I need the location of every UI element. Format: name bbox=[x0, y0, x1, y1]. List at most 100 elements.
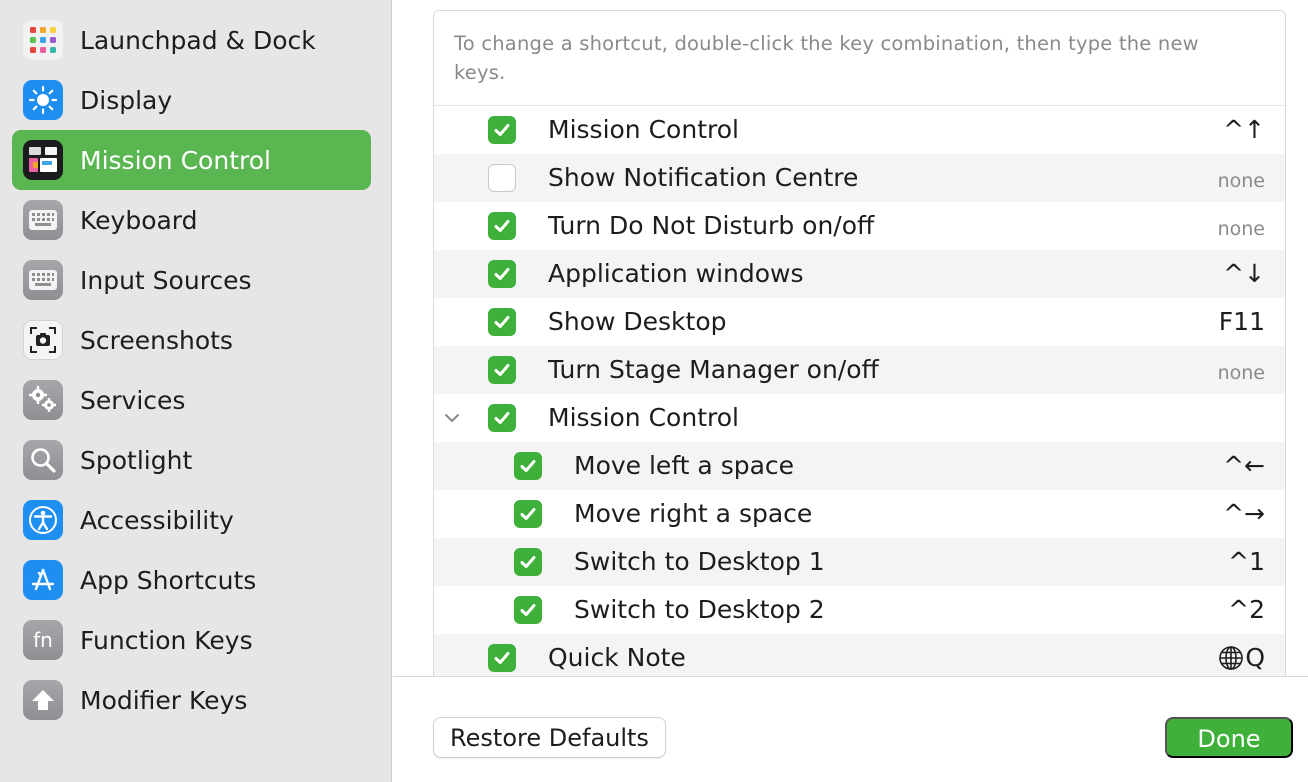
checkmark-icon bbox=[494, 364, 510, 376]
sidebar-item-label: Spotlight bbox=[80, 445, 193, 475]
sidebar-item-accessibility[interactable]: Accessibility bbox=[12, 490, 371, 550]
globe-icon bbox=[1219, 646, 1244, 670]
sidebar-item-app-shortcuts[interactable]: App Shortcuts bbox=[12, 550, 371, 610]
sidebar-item-modifier-keys[interactable]: Modifier Keys bbox=[12, 670, 371, 730]
shortcut-label: Show Desktop bbox=[548, 307, 727, 336]
sidebar-item-input-sources[interactable]: Input Sources bbox=[12, 250, 371, 310]
keyboard-icon bbox=[23, 200, 63, 240]
shortcut-key[interactable]: ^← bbox=[1223, 452, 1265, 480]
checkmark-icon bbox=[494, 220, 510, 232]
screenshots-icon bbox=[23, 320, 63, 360]
shortcut-row[interactable]: Show Notification Centre none bbox=[434, 154, 1285, 202]
modifier-keys-icon bbox=[23, 680, 63, 720]
shortcut-row[interactable]: Move right a space ^→ bbox=[434, 490, 1285, 538]
checkmark-icon bbox=[494, 316, 510, 328]
sidebar-item-mission-control[interactable]: Mission Control bbox=[12, 130, 371, 190]
checkbox-checked[interactable] bbox=[514, 548, 542, 576]
checkmark-icon bbox=[494, 124, 510, 136]
sidebar-item-launchpad-dock[interactable]: Launchpad & Dock bbox=[12, 10, 371, 70]
shortcut-label: Mission Control bbox=[548, 115, 739, 144]
sidebar: Launchpad & Dock Display Mission Control… bbox=[0, 0, 392, 782]
launchpad-icon bbox=[23, 20, 63, 60]
shortcut-row[interactable]: Application windows ^↓ bbox=[434, 250, 1285, 298]
hint-text: To change a shortcut, double-click the k… bbox=[454, 32, 1199, 84]
shortcut-key[interactable]: ^2 bbox=[1228, 596, 1265, 624]
sidebar-item-label: Mission Control bbox=[80, 145, 271, 175]
shortcuts-panel: To change a shortcut, double-click the k… bbox=[433, 10, 1286, 676]
sidebar-item-services[interactable]: Services bbox=[12, 370, 371, 430]
shortcut-key[interactable]: ^→ bbox=[1223, 500, 1265, 528]
sidebar-item-label: Accessibility bbox=[80, 505, 234, 535]
checkbox-checked[interactable] bbox=[514, 500, 542, 528]
shortcut-key[interactable]: none bbox=[1218, 167, 1265, 195]
sidebar-item-keyboard[interactable]: Keyboard bbox=[12, 190, 371, 250]
display-icon bbox=[23, 80, 63, 120]
sidebar-item-label: Services bbox=[80, 385, 186, 415]
sidebar-item-spotlight[interactable]: Spotlight bbox=[12, 430, 371, 490]
shortcut-label: Switch to Desktop 1 bbox=[574, 547, 825, 576]
sidebar-item-label: App Shortcuts bbox=[80, 565, 257, 595]
app-shortcuts-icon bbox=[23, 560, 63, 600]
services-icon bbox=[23, 380, 63, 420]
shortcut-label: Turn Do Not Disturb on/off bbox=[548, 211, 875, 240]
shortcut-label: Move right a space bbox=[574, 499, 813, 528]
shortcut-group-row[interactable]: Mission Control bbox=[434, 394, 1285, 442]
input-sources-icon bbox=[23, 260, 63, 300]
sidebar-item-function-keys[interactable]: fn Function Keys bbox=[12, 610, 371, 670]
spotlight-icon bbox=[23, 440, 63, 480]
shortcut-key: Q bbox=[1245, 643, 1265, 672]
shortcut-row[interactable]: Switch to Desktop 2 ^2 bbox=[434, 586, 1285, 634]
shortcut-row[interactable]: Move left a space ^← bbox=[434, 442, 1285, 490]
checkmark-icon bbox=[494, 412, 510, 424]
shortcut-label: Application windows bbox=[548, 259, 804, 288]
shortcut-label: Switch to Desktop 2 bbox=[574, 595, 825, 624]
checkbox-unchecked[interactable] bbox=[488, 164, 516, 192]
shortcut-label: Quick Note bbox=[548, 643, 686, 672]
checkbox-checked[interactable] bbox=[488, 644, 516, 672]
shortcut-key[interactable]: ^↓ bbox=[1223, 260, 1265, 288]
sidebar-item-label: Function Keys bbox=[80, 625, 253, 655]
shortcut-key[interactable]: ^1 bbox=[1228, 548, 1265, 576]
checkmark-icon bbox=[494, 652, 510, 664]
sidebar-item-label: Input Sources bbox=[80, 265, 252, 295]
checkbox-checked[interactable] bbox=[488, 260, 516, 288]
svg-text:fn: fn bbox=[33, 628, 53, 652]
sidebar-item-label: Launchpad & Dock bbox=[80, 25, 316, 55]
checkmark-icon bbox=[520, 460, 536, 472]
shortcut-key-quick-note[interactable]: Q bbox=[1218, 644, 1265, 672]
shortcut-key[interactable]: none bbox=[1218, 215, 1265, 243]
accessibility-icon bbox=[23, 500, 63, 540]
shortcut-row[interactable]: Turn Stage Manager on/off none bbox=[434, 346, 1285, 394]
shortcut-label: Turn Stage Manager on/off bbox=[548, 355, 879, 384]
mission-control-icon bbox=[23, 140, 63, 180]
main-content: To change a shortcut, double-click the k… bbox=[393, 0, 1308, 782]
chevron-down-icon[interactable] bbox=[442, 408, 462, 428]
checkbox-checked[interactable] bbox=[488, 404, 516, 432]
checkbox-checked[interactable] bbox=[488, 116, 516, 144]
checkmark-icon bbox=[520, 508, 536, 520]
checkbox-checked[interactable] bbox=[514, 452, 542, 480]
checkbox-checked[interactable] bbox=[488, 212, 516, 240]
shortcut-key[interactable]: F11 bbox=[1219, 308, 1265, 336]
shortcut-row[interactable]: Mission Control ^↑ bbox=[434, 106, 1285, 154]
shortcut-label: Move left a space bbox=[574, 451, 795, 480]
sidebar-item-screenshots[interactable]: Screenshots bbox=[12, 310, 371, 370]
checkbox-checked[interactable] bbox=[488, 356, 516, 384]
shortcut-row[interactable]: Turn Do Not Disturb on/off none bbox=[434, 202, 1285, 250]
function-keys-icon: fn bbox=[23, 620, 63, 660]
checkmark-icon bbox=[520, 556, 536, 568]
shortcut-label: Mission Control bbox=[548, 403, 739, 432]
sidebar-item-label: Keyboard bbox=[80, 205, 198, 235]
restore-defaults-button[interactable]: Restore Defaults bbox=[433, 717, 666, 758]
done-button[interactable]: Done bbox=[1165, 717, 1293, 758]
shortcut-key[interactable]: ^↑ bbox=[1223, 116, 1265, 144]
sidebar-item-label: Screenshots bbox=[80, 325, 233, 355]
checkbox-checked[interactable] bbox=[488, 308, 516, 336]
shortcut-row[interactable]: Switch to Desktop 1 ^1 bbox=[434, 538, 1285, 586]
shortcut-key[interactable]: none bbox=[1218, 359, 1265, 387]
shortcut-row[interactable]: Quick Note Q bbox=[434, 634, 1285, 676]
sidebar-item-display[interactable]: Display bbox=[12, 70, 371, 130]
sidebar-item-label: Display bbox=[80, 85, 173, 115]
shortcut-row[interactable]: Show Desktop F11 bbox=[434, 298, 1285, 346]
checkbox-checked[interactable] bbox=[514, 596, 542, 624]
